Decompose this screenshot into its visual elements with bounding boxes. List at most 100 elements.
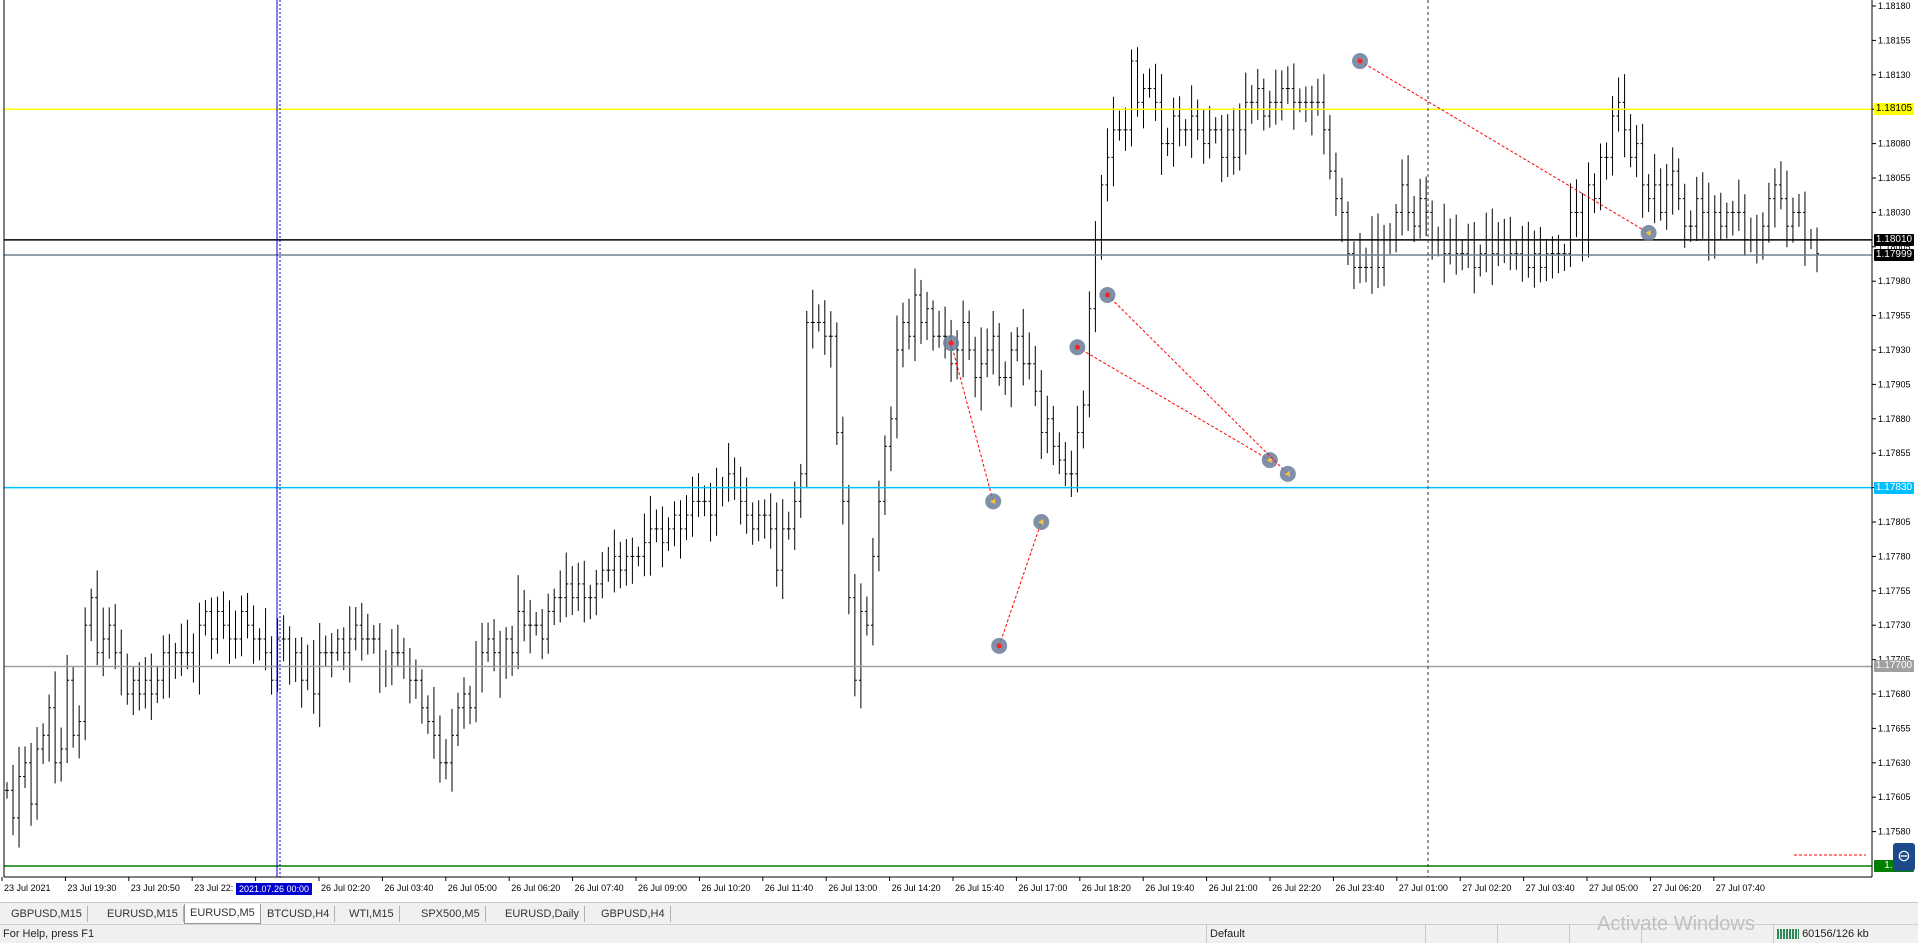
ohlc-bar (179, 623, 184, 676)
ohlc-bar (413, 659, 418, 699)
ohlc-bar (1496, 222, 1501, 267)
ohlc-bar (215, 596, 220, 654)
x-tick-label: 23 Jul 19:30 (67, 883, 116, 893)
chart-area[interactable]: 1.18180 1.18155 1.18130 1.18105 1.18080 1.180… (0, 0, 1918, 905)
x-tick-label: 26 Jul 21:00 (1209, 883, 1258, 893)
ohlc-bar (1694, 176, 1699, 242)
ohlc-bar (804, 310, 809, 489)
ohlc-bar (227, 600, 232, 664)
ohlc-bar (59, 727, 64, 782)
ohlc-bar (1009, 332, 1014, 408)
ohlc-bar (1604, 142, 1609, 180)
x-tick-label: 26 Jul 05:00 (448, 883, 497, 893)
ohlc-bar (149, 653, 154, 721)
connection-status[interactable]: 60156/126 kb (1773, 925, 1918, 943)
ohlc-bar (203, 599, 208, 636)
chart-tab[interactable]: GBPUSD,H4 (596, 906, 671, 922)
x-tick-label: 27 Jul 02:20 (1462, 883, 1511, 893)
ohlc-bar (299, 637, 304, 708)
ohlc-bar (191, 633, 196, 683)
ohlc-bar (1033, 345, 1038, 407)
chart-tab[interactable]: EURUSD,M15 (102, 906, 184, 922)
ohlc-bar (876, 480, 881, 572)
price-chart[interactable]: 1.18180 1.18155 1.18130 1.18105 1.18080 1.180… (0, 0, 1918, 905)
ohlc-bar (522, 589, 527, 642)
ohlc-bar (1237, 103, 1242, 171)
ohlc-bar (269, 636, 274, 695)
ohlc-bar (762, 499, 767, 539)
ohlc-bar (365, 613, 370, 655)
ohlc-bar (1472, 222, 1477, 294)
ohlc-bar (1255, 68, 1260, 120)
ohlc-bar (1195, 99, 1200, 141)
ohlc-bar (65, 654, 70, 764)
ohlc-bar (425, 695, 430, 734)
chart-tab[interactable]: SPX500,M5 (416, 906, 486, 922)
ohlc-bar (1526, 221, 1531, 278)
y-tick-label: 1.17655 (1878, 723, 1911, 733)
ohlc-bar (1147, 68, 1152, 98)
ohlc-bar (53, 671, 58, 784)
chart-tab[interactable]: BTCUSD,H4 (262, 906, 336, 922)
ohlc-bar (840, 416, 845, 525)
x-tick-label: 23 Jul 20:50 (131, 883, 180, 893)
ohlc-bar (672, 501, 677, 547)
x-tick-label: 26 Jul 11:40 (765, 883, 813, 893)
ohlc-bar (71, 667, 76, 748)
chart-tab[interactable]: WTI,M15 (344, 906, 400, 922)
ohlc-bar (642, 513, 647, 577)
ohlc-bar (726, 442, 731, 502)
ohlc-bar (185, 619, 190, 670)
ohlc-bar (1045, 395, 1050, 454)
ohlc-bar (245, 592, 250, 639)
ohlc-bar (1815, 227, 1819, 273)
ohlc-bar (209, 597, 214, 660)
ohlc-bar (173, 642, 178, 679)
ohlc-bar (1376, 213, 1381, 289)
ask-line-price-label: 1.17999 (1874, 249, 1914, 262)
y-tick-label: 1.17580 (1878, 827, 1911, 837)
chart-tab[interactable]: GBPUSD,M15 (6, 906, 88, 922)
ohlc-bar (1640, 123, 1645, 218)
chart-tab[interactable]: EURUSD,M5 (184, 904, 261, 924)
ohlc-bar (23, 746, 28, 788)
chart-tab[interactable]: EURUSD,Daily (500, 906, 585, 922)
ohlc-bar (468, 685, 473, 725)
yellow-level-price-label: 1.18105 (1874, 103, 1914, 116)
trade-line (998, 521, 1042, 647)
y-tick-label: 1.18055 (1878, 173, 1911, 183)
ohlc-bar (305, 644, 310, 691)
ohlc-bar (221, 591, 226, 639)
ohlc-bar (1598, 143, 1603, 211)
chart-shift-icon[interactable]: ⊖ (1893, 843, 1915, 871)
ohlc-bar (1658, 168, 1663, 221)
ohlc-bar (1069, 450, 1074, 497)
ohlc-bar (1273, 69, 1278, 125)
ohlc-bar (143, 657, 148, 709)
connection-bars-icon (1777, 929, 1799, 940)
trade-line (1359, 60, 1649, 234)
ohlc-bar (1309, 85, 1314, 136)
ohlc-bar (588, 584, 593, 620)
ohlc-bar (1742, 194, 1747, 256)
ohlc-bar (395, 624, 400, 667)
ohlc-bar (1580, 193, 1585, 262)
y-tick-label: 1.17805 (1878, 517, 1911, 527)
ohlc-bar (1622, 74, 1627, 158)
traffic-text: 60156/126 kb (1802, 928, 1869, 940)
ohlc-bar (1015, 327, 1020, 362)
ohlc-bar (900, 302, 905, 368)
x-tick-label: 26 Jul 18:20 (1082, 883, 1131, 893)
ohlc-bar (1165, 127, 1170, 156)
ohlc-bar (17, 746, 22, 848)
ohlc-bar (1219, 114, 1224, 183)
ohlc-bar (1718, 192, 1723, 241)
ohlc-bar (1784, 170, 1789, 248)
ohlc-bar (1436, 226, 1441, 257)
ohlc-bar (1333, 152, 1338, 216)
x-tick-label: 26 Jul 19:40 (1145, 883, 1194, 893)
ohlc-bar (113, 604, 118, 670)
ohlc-bar (696, 473, 701, 518)
ohlc-bar (1790, 197, 1795, 243)
ohlc-bar (967, 310, 972, 360)
